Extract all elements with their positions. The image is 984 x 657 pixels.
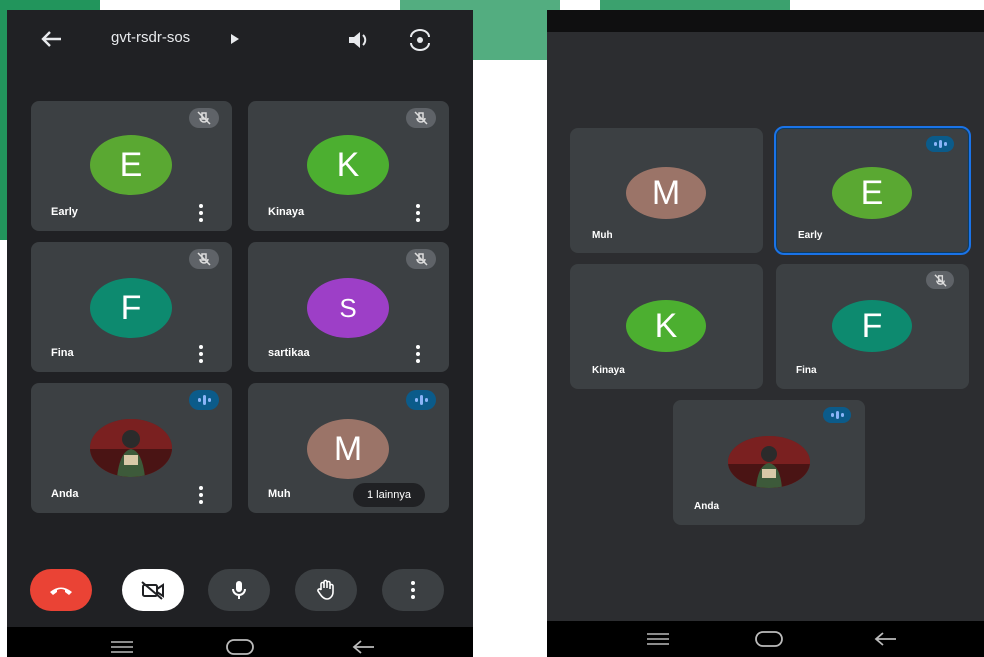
system-nav-bar — [547, 621, 984, 657]
participant-name: Early — [51, 206, 78, 218]
meeting-code[interactable]: gvt-rsdr-sos — [111, 29, 190, 46]
menu-icon[interactable] — [645, 627, 671, 651]
participant-tile-muh[interactable]: M Muh 1 lainnya — [248, 383, 449, 513]
play-arrow-icon[interactable] — [229, 32, 241, 46]
more-participants-chip[interactable]: 1 lainnya — [353, 483, 426, 507]
more-vert-icon[interactable] — [415, 204, 421, 222]
avatar: K — [626, 300, 706, 352]
speaking-indicator-icon — [823, 407, 851, 423]
avatar: K — [307, 135, 389, 195]
participant-tile-early[interactable]: E Early — [31, 101, 232, 231]
participant-tile-muh[interactable]: M Muh — [570, 128, 763, 253]
participant-tile-sartikaa[interactable]: S sartikaa — [248, 242, 449, 372]
raise-hand-button[interactable] — [295, 569, 357, 611]
participant-name: Kinaya — [592, 365, 625, 376]
menu-icon[interactable] — [109, 635, 135, 657]
participant-tile-early-active[interactable]: E Early — [774, 126, 971, 255]
system-nav-bar — [7, 627, 473, 657]
mic-muted-icon — [189, 108, 219, 128]
participant-name: Anda — [694, 501, 719, 512]
speaker-icon[interactable] — [344, 25, 374, 55]
participant-name: Fina — [796, 365, 817, 376]
avatar: M — [307, 419, 389, 479]
participant-tile-fina[interactable]: F Fina — [31, 242, 232, 372]
end-call-button[interactable] — [30, 569, 92, 611]
participant-tile-kinaya[interactable]: K Kinaya — [570, 264, 763, 389]
participant-tile-fina[interactable]: F Fina — [776, 264, 969, 389]
speaking-indicator-icon — [406, 390, 436, 410]
more-vert-icon — [410, 581, 416, 599]
more-vert-icon[interactable] — [198, 345, 204, 363]
participant-name: Muh — [592, 230, 613, 241]
back-icon[interactable] — [349, 635, 379, 657]
more-vert-icon[interactable] — [198, 204, 204, 222]
camera-toggle-button[interactable] — [122, 569, 184, 611]
back-arrow-icon[interactable] — [37, 24, 67, 54]
participant-name: Kinaya — [268, 206, 305, 218]
back-icon[interactable] — [871, 627, 901, 651]
avatar: M — [626, 167, 706, 219]
avatar: E — [90, 135, 172, 195]
avatar-photo — [90, 419, 172, 477]
mic-muted-icon — [926, 271, 954, 289]
participant-tile-anda[interactable]: Anda — [673, 400, 865, 525]
participant-name: Muh — [268, 488, 291, 500]
participant-name: Fina — [51, 347, 74, 359]
avatar: E — [832, 167, 912, 219]
right-phone-screen: M Muh E Early K Kinaya F Fina Anda — [547, 10, 984, 657]
participant-name: Anda — [51, 488, 79, 500]
more-vert-icon[interactable] — [415, 345, 421, 363]
participant-tile-anda[interactable]: Anda — [31, 383, 232, 513]
participant-tile-kinaya[interactable]: K Kinaya — [248, 101, 449, 231]
participant-name: Early — [798, 230, 823, 241]
left-phone-screen: gvt-rsdr-sos E Early K Kinaya F Fina S s… — [7, 10, 473, 657]
top-bar: gvt-rsdr-sos — [7, 10, 473, 70]
switch-camera-icon[interactable] — [405, 25, 435, 55]
microphone-button[interactable] — [208, 569, 270, 611]
mic-muted-icon — [406, 249, 436, 269]
speaking-indicator-icon — [189, 390, 219, 410]
avatar-photo — [728, 436, 810, 488]
avatar: S — [307, 278, 389, 338]
avatar: F — [90, 278, 172, 338]
home-icon[interactable] — [223, 635, 257, 657]
more-vert-icon[interactable] — [198, 486, 204, 504]
participant-name: sartikaa — [268, 347, 310, 359]
mic-muted-icon — [406, 108, 436, 128]
home-icon[interactable] — [752, 627, 786, 651]
avatar: F — [832, 300, 912, 352]
status-strip — [547, 10, 984, 32]
more-options-button[interactable] — [382, 569, 444, 611]
speaking-indicator-icon — [926, 136, 954, 152]
mic-muted-icon — [189, 249, 219, 269]
